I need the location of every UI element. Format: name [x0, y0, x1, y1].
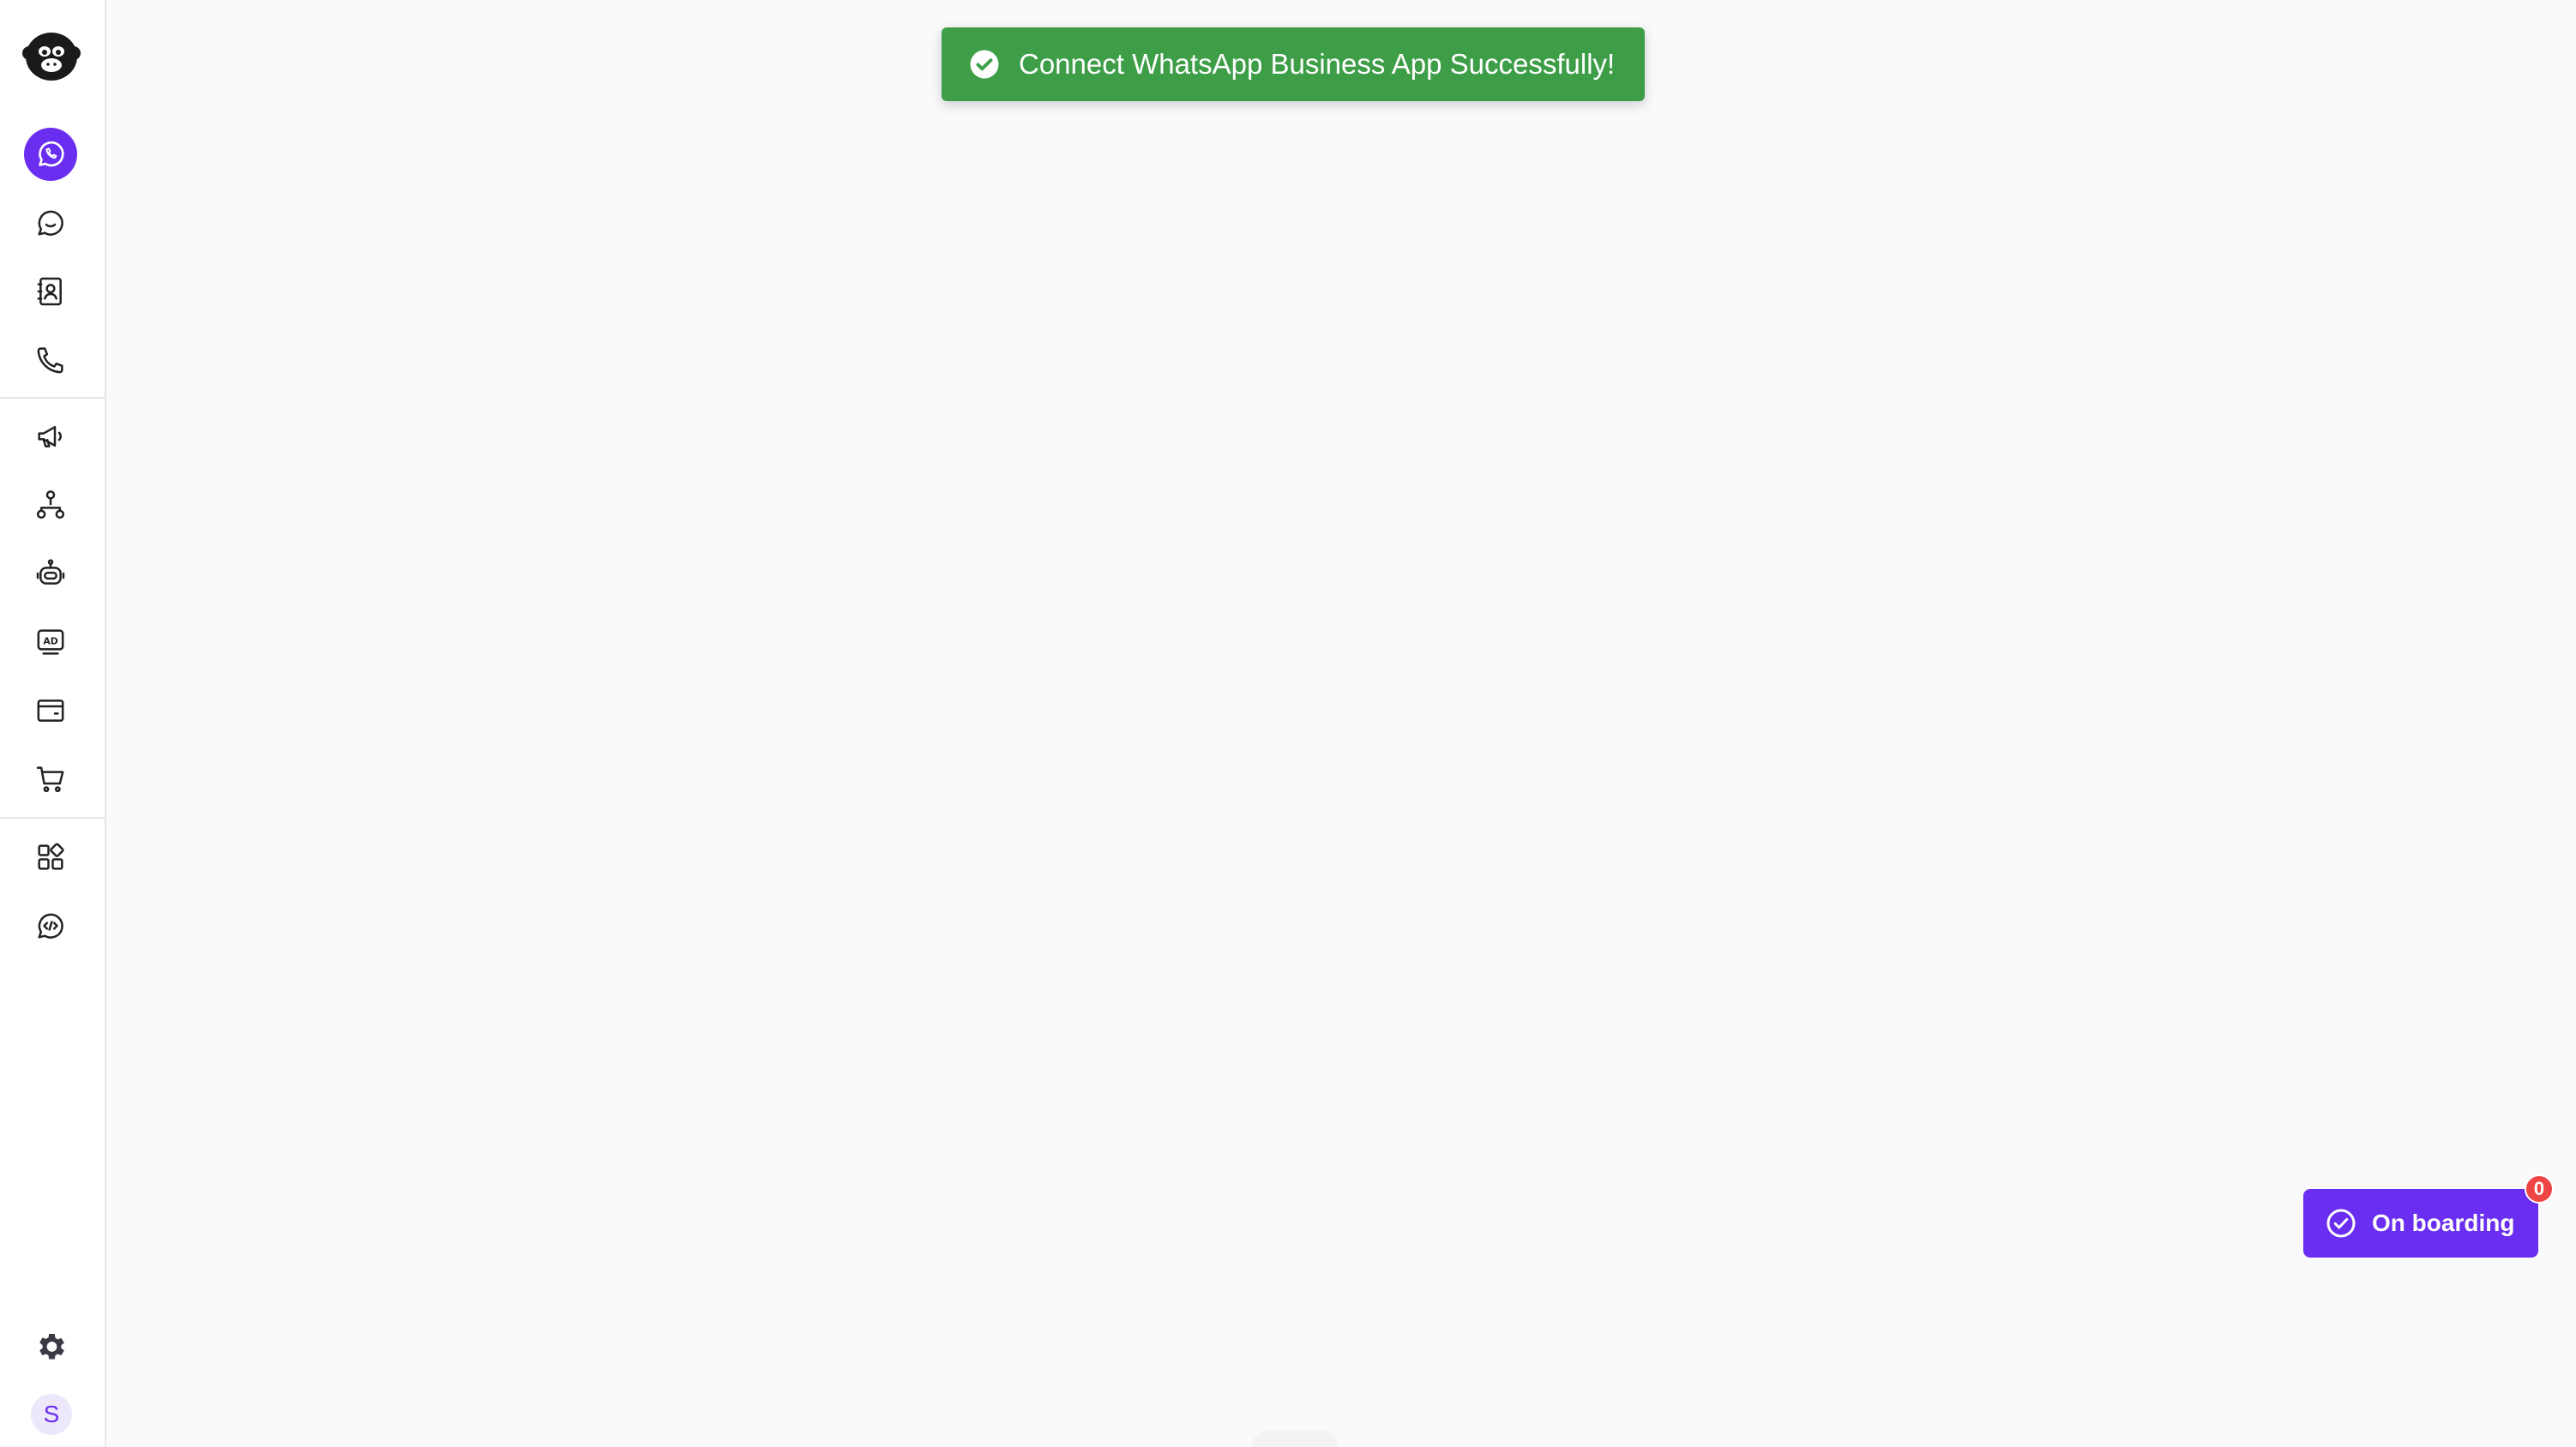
toast-message: Connect WhatsApp Business App Successful… [1019, 48, 1616, 80]
sidebar-item-chat[interactable] [24, 196, 77, 249]
onboarding-badge: 0 [2525, 1174, 2554, 1204]
check-circle-icon [970, 50, 999, 79]
success-toast: Connect WhatsApp Business App Successful… [942, 27, 1645, 101]
sidebar-item-contacts[interactable] [24, 265, 77, 318]
onboarding-label: On boarding [2372, 1210, 2515, 1236]
sidebar-divider [0, 397, 106, 399]
check-circle-icon [2326, 1209, 2356, 1238]
sidebar-item-commerce[interactable] [24, 753, 77, 806]
contacts-icon [37, 277, 62, 306]
whatsapp-icon [39, 141, 64, 167]
settings-icon [39, 1334, 64, 1360]
onboarding-button[interactable]: On boarding [2303, 1189, 2538, 1258]
svg-text:AD: AD [43, 636, 57, 647]
ads-icon: AD [37, 629, 64, 655]
sidebar-item-whatsapp[interactable] [24, 128, 77, 181]
flow-icon [36, 490, 65, 519]
bottom-handle [1252, 1430, 1338, 1447]
sidebar-item-integrations[interactable] [24, 831, 77, 884]
phone-icon [37, 347, 63, 374]
apps-icon [38, 843, 64, 870]
bot-icon [36, 559, 65, 585]
sidebar-item-wallet[interactable] [24, 684, 77, 737]
cart-icon [36, 766, 64, 793]
user-avatar[interactable]: S [31, 1394, 72, 1435]
wallet-icon [37, 699, 64, 722]
sidebar-divider [0, 817, 106, 819]
megaphone-icon [38, 425, 62, 447]
sidebar: AD S [0, 0, 106, 1447]
sidebar-item-flows[interactable] [24, 478, 77, 531]
sidebar-item-developer[interactable] [24, 899, 77, 952]
sidebar-item-calls[interactable] [24, 333, 77, 387]
sidebar-item-ads[interactable]: AD [24, 615, 77, 669]
sidebar-item-settings[interactable] [24, 1320, 77, 1373]
sidebar-item-bots[interactable] [24, 547, 77, 600]
chat-icon [38, 210, 63, 236]
sidebar-item-broadcast[interactable] [24, 410, 77, 463]
monkey-logo-icon[interactable] [21, 27, 82, 84]
developer-icon [38, 913, 63, 939]
